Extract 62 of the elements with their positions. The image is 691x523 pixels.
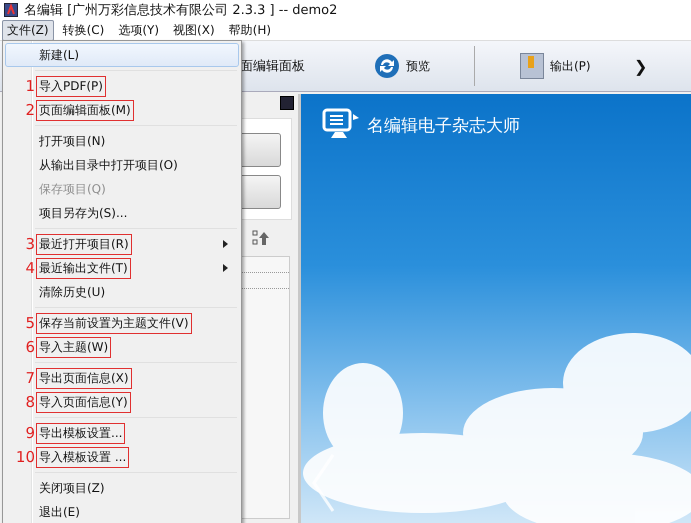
menu-item[interactable]: 导入页面信息(Y) xyxy=(36,392,131,412)
app-icon xyxy=(4,3,18,17)
menu-row[interactable]: 4 最近输出文件(T) xyxy=(5,256,239,280)
annotation-number: 7 xyxy=(25,370,35,386)
menu-item[interactable]: 保存当前设置为主题文件(V) xyxy=(36,312,192,334)
menu-row[interactable]: 9 导出模板设置... xyxy=(5,421,239,445)
menu-row[interactable]: 从输出目录中打开项目(O) xyxy=(5,153,239,177)
menu-item[interactable]: 页面编辑面板(M) xyxy=(36,100,134,120)
menu-item[interactable]: 转换(C) xyxy=(58,20,110,40)
move-up-icon[interactable] xyxy=(252,229,270,247)
menu-row[interactable]: 7 导出页面信息(X) xyxy=(5,366,239,390)
brand-title: 名编辑电子杂志大师 xyxy=(367,114,520,136)
menu-row[interactable]: 10 导入模板设置 ... xyxy=(5,445,239,469)
menu-row[interactable]: 打开项目(N) xyxy=(5,129,239,153)
menu-item[interactable]: 导出模板设置... xyxy=(36,422,126,444)
menu-item[interactable]: 选项(Y) xyxy=(113,20,164,40)
menu-item[interactable]: 导入PDF(P) xyxy=(36,76,106,96)
menu-item[interactable]: 导入主题(W) xyxy=(36,336,112,358)
annotation-number: 8 xyxy=(25,394,35,410)
menu-item[interactable]: 清除历史(U) xyxy=(36,282,108,302)
menu-item[interactable]: 从输出目录中打开项目(O) xyxy=(36,154,181,176)
menu-item[interactable]: 新建(L) xyxy=(36,44,82,66)
toolbar-button[interactable]: 预览 xyxy=(406,58,430,74)
chevron-left-icon[interactable] xyxy=(311,453,335,513)
submenu-arrow-icon xyxy=(223,240,228,248)
refresh-icon xyxy=(374,53,400,79)
toolbar-button[interactable]: 输出(P) xyxy=(550,58,591,74)
menu-item[interactable]: 文件(Z) xyxy=(2,20,54,40)
annotation-number: 6 xyxy=(25,340,35,354)
menu-item[interactable]: 打开项目(N) xyxy=(36,130,108,152)
menu-item[interactable]: 最近输出文件(T) xyxy=(36,258,131,278)
menu-row[interactable]: 清除历史(U) xyxy=(5,280,239,304)
more-button[interactable]: ❯ xyxy=(634,56,648,76)
window-title: 名编辑 [广州万彩信息技术有限公司 2.3.3 ] -- demo2 xyxy=(24,2,338,19)
menu-item[interactable]: 视图(X) xyxy=(168,20,220,40)
menu-row[interactable]: 新建(L) xyxy=(5,43,239,67)
annotation-number: 3 xyxy=(25,236,35,252)
menu-item[interactable]: 项目另存为(S)... xyxy=(36,202,130,224)
menu-row[interactable]: 关闭项目(Z) xyxy=(5,476,239,500)
menu-item[interactable]: 最近打开项目(R) xyxy=(36,234,132,254)
menu-item[interactable]: 导出页面信息(X) xyxy=(36,368,132,388)
menu-row[interactable]: 8 导入页面信息(Y) xyxy=(5,390,239,414)
annotation-number: 5 xyxy=(25,316,35,330)
menu-row[interactable]: 2 页面编辑面板(M) xyxy=(5,98,239,122)
menu-row[interactable]: 3 最近打开项目(R) xyxy=(5,232,239,256)
menu-item[interactable]: 导入模板设置 ... xyxy=(36,446,130,468)
menu-row[interactable]: 退出(E) xyxy=(5,500,239,523)
menu-row[interactable]: 5 保存当前设置为主题文件(V) xyxy=(5,311,239,335)
annotation-number: 1 xyxy=(25,78,35,94)
annotation-number: 10 xyxy=(16,450,35,464)
submenu-arrow-icon xyxy=(223,264,228,272)
annotation-number: 2 xyxy=(25,102,35,118)
dropdown-icon[interactable] xyxy=(280,96,294,110)
menu-row[interactable]: 6 导入主题(W) xyxy=(5,335,239,359)
document-icon xyxy=(520,53,544,79)
menu-item[interactable]: 退出(E) xyxy=(36,502,83,522)
annotation-number: 9 xyxy=(25,426,35,440)
annotation-number: 4 xyxy=(25,260,35,276)
menu-row[interactable]: 项目另存为(S)... xyxy=(5,201,239,225)
menu-item[interactable]: 关闭项目(Z) xyxy=(36,478,108,498)
menu-row[interactable]: 1 导入PDF(P) xyxy=(5,74,239,98)
menu-item[interactable]: 帮助(H) xyxy=(224,20,276,40)
